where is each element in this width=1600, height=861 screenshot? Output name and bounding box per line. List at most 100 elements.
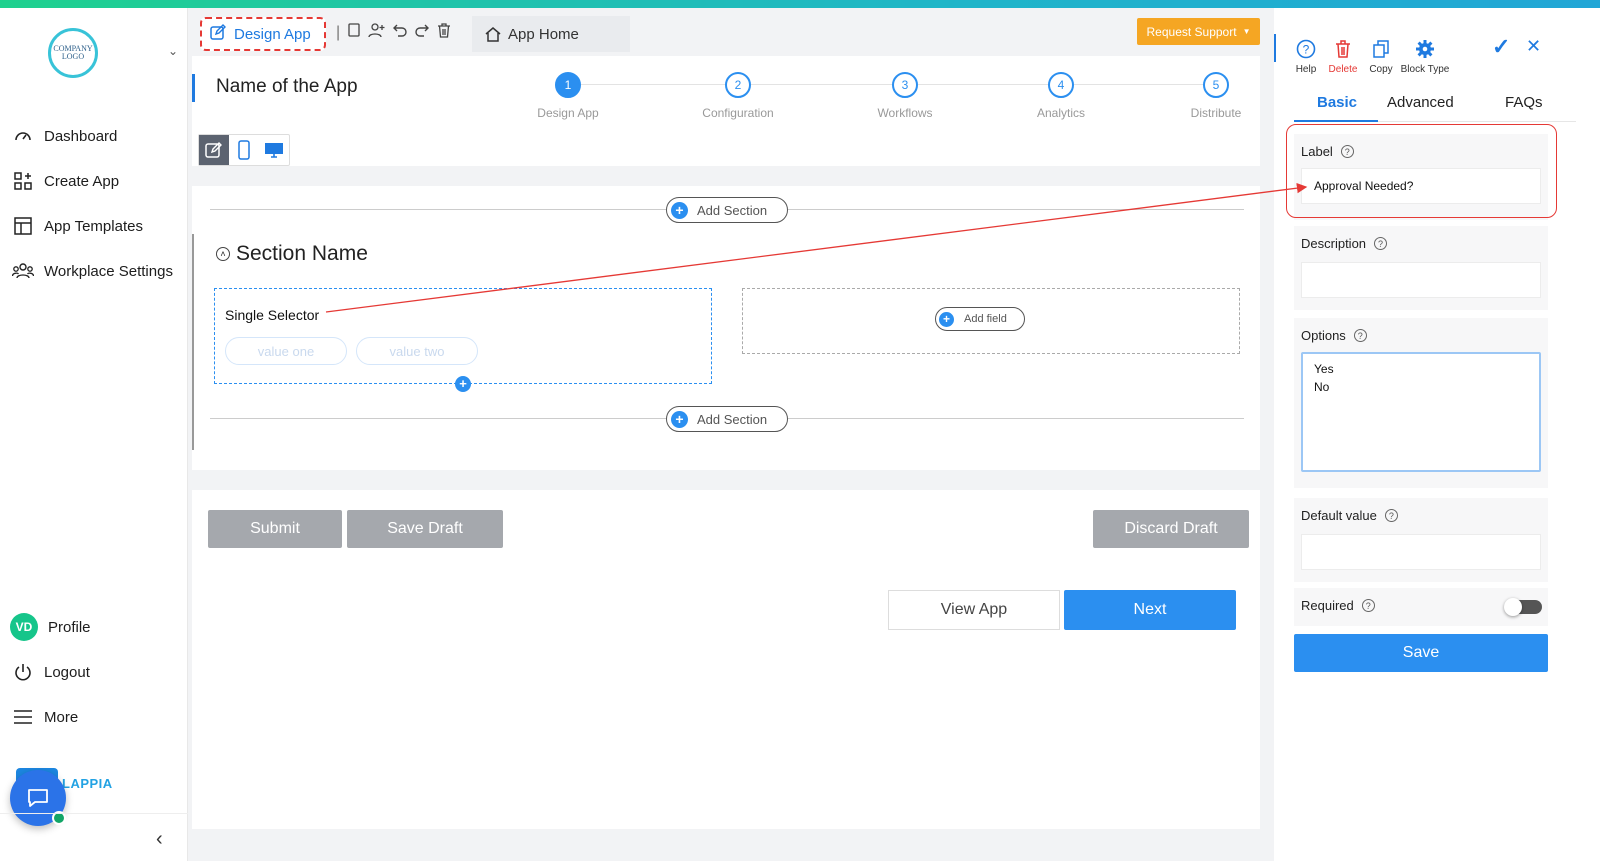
options-textarea[interactable]: Yes No — [1301, 352, 1541, 472]
tool-label: Help — [1295, 64, 1317, 75]
top-accent-bar — [0, 0, 1600, 8]
help-icon[interactable]: ? — [1384, 509, 1398, 522]
submit-button[interactable]: Submit — [208, 510, 342, 548]
redo-icon[interactable] — [414, 22, 430, 43]
single-selector-field[interactable]: Single Selector value one value two + — [214, 288, 712, 392]
hamburger-icon — [12, 706, 34, 728]
description-input[interactable] — [1301, 262, 1541, 298]
desktop-view-icon[interactable] — [259, 135, 289, 165]
tab-design-app[interactable]: Design App — [200, 17, 326, 51]
section-rail — [192, 234, 194, 450]
option-pill[interactable]: value two — [356, 337, 478, 365]
builder-header: Design App | App Home — [196, 16, 1262, 52]
sidebar-item-app-templates[interactable]: App Templates — [12, 214, 143, 238]
undo-icon[interactable] — [392, 22, 408, 43]
sidebar-item-label: Workplace Settings — [44, 262, 173, 280]
step-label: Workflows — [877, 106, 933, 120]
help-icon[interactable]: ? — [1374, 237, 1388, 250]
tab-faqs[interactable]: FAQs — [1505, 94, 1543, 111]
page-title: Name of the App — [216, 76, 358, 97]
save-draft-button[interactable]: Save Draft — [347, 510, 503, 548]
sidebar-item-more[interactable]: More — [12, 705, 78, 729]
step-label: Analytics — [1036, 106, 1086, 120]
step-design-app[interactable]: 1 Design App — [523, 72, 613, 120]
step-number: 5 — [1203, 72, 1229, 98]
header-toolbar: | — [336, 22, 452, 43]
sidebar-item-label: More — [44, 708, 79, 726]
block-type-button[interactable]: Block Type — [1398, 38, 1452, 75]
collapse-chevron-icon[interactable]: ˄ — [216, 247, 230, 261]
step-analytics[interactable]: 4 Analytics — [1016, 72, 1106, 120]
options-property: Options? Yes No — [1294, 318, 1548, 488]
help-icon[interactable]: ? — [1361, 599, 1375, 612]
add-field-button[interactable]: + Add field — [935, 307, 1025, 331]
tab-basic[interactable]: Basic — [1317, 94, 1357, 111]
request-support-button[interactable]: Request Support ▼ — [1137, 18, 1260, 45]
add-section-button[interactable]: + Add Section — [666, 197, 788, 223]
panel-tabs: Basic Advanced FAQs — [1294, 94, 1576, 122]
sidebar-item-workplace-settings[interactable]: Workplace Settings — [12, 259, 173, 283]
tab-advanced[interactable]: Advanced — [1387, 94, 1454, 111]
step-distribute[interactable]: 5 Distribute — [1171, 72, 1261, 120]
button-label: Add field — [964, 313, 1007, 325]
step-label: Configuration — [702, 106, 774, 120]
trash-icon[interactable] — [436, 22, 452, 43]
help-icon[interactable]: ? — [1353, 329, 1367, 342]
tab-app-home[interactable]: App Home — [472, 16, 630, 52]
canvas-gap — [192, 166, 1260, 186]
default-value-property: Default value? — [1294, 498, 1548, 582]
default-value-input[interactable] — [1301, 534, 1541, 570]
help-button[interactable]: ? Help — [1294, 38, 1318, 75]
step-workflows[interactable]: 3 Workflows — [860, 72, 950, 120]
copy-button[interactable]: Copy — [1368, 38, 1394, 75]
sidebar-item-logout[interactable]: Logout — [12, 660, 90, 684]
option-pill[interactable]: value one — [225, 337, 347, 365]
sidebar-item-label: Dashboard — [44, 127, 118, 145]
step-configuration[interactable]: 2 Configuration — [693, 72, 783, 120]
add-user-icon[interactable] — [368, 22, 386, 43]
sidebar-item-label: Create App — [44, 172, 120, 190]
tool-label: Copy — [1369, 64, 1393, 75]
section-name[interactable]: ˄ Section Name — [216, 242, 368, 266]
add-section-button[interactable]: + Add Section — [666, 406, 788, 432]
title-accent — [192, 74, 195, 102]
chevron-down-icon[interactable]: ⌄ — [168, 44, 178, 58]
button-label: Add Section — [697, 202, 768, 218]
plus-icon: + — [671, 201, 688, 219]
property-title: Options? — [1301, 328, 1367, 343]
delete-button[interactable]: Delete — [1326, 38, 1360, 75]
divider — [788, 418, 1244, 419]
view-app-button[interactable]: View App — [888, 590, 1060, 630]
step-number: 1 — [555, 72, 581, 98]
sidebar-item-create-app[interactable]: Create App — [12, 169, 119, 193]
app-builder-canvas: Name of the App 1 Design App 2 Configura… — [192, 56, 1260, 829]
sidebar-item-profile[interactable]: VD Profile — [10, 612, 91, 642]
caret-down-icon: ▼ — [1242, 27, 1251, 36]
required-toggle[interactable] — [1504, 598, 1542, 616]
button-label: Request Support — [1146, 24, 1237, 39]
collapse-sidebar-chevron-icon[interactable]: ‹ — [156, 828, 163, 851]
duplicate-icon[interactable] — [346, 22, 362, 43]
add-below-plus-icon[interactable]: + — [455, 376, 471, 392]
section-title: Section Name — [236, 242, 368, 265]
sidebar-item-dashboard[interactable]: Dashboard — [12, 124, 117, 148]
gear-icon — [1398, 38, 1452, 60]
next-button[interactable]: Next — [1064, 590, 1236, 630]
company-logo[interactable]: COMPANY LOGO — [48, 28, 98, 78]
avatar: VD — [10, 613, 38, 641]
home-icon — [484, 25, 502, 43]
discard-draft-button[interactable]: Discard Draft — [1093, 510, 1249, 548]
tool-label: Delete — [1328, 64, 1358, 75]
save-button[interactable]: Save — [1294, 634, 1548, 672]
separator-icon: | — [336, 23, 341, 41]
chat-bubble-icon — [28, 789, 48, 807]
edit-pencil-icon — [210, 24, 226, 44]
edit-view-icon[interactable] — [199, 135, 229, 165]
device-view-toggle — [198, 134, 290, 166]
confirm-check-icon[interactable]: ✓ — [1492, 34, 1510, 60]
empty-field-slot: + Add field — [742, 288, 1240, 354]
mobile-view-icon[interactable] — [229, 135, 259, 165]
close-icon[interactable]: ✕ — [1526, 36, 1541, 57]
canvas-gap — [192, 470, 1260, 490]
description-property: Description? — [1294, 226, 1548, 310]
